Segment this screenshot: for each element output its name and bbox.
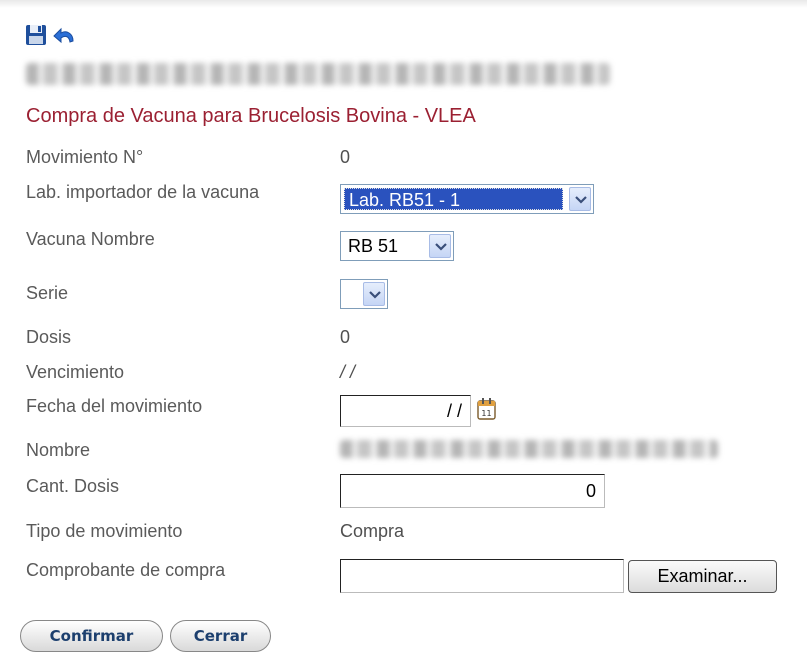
serie-selected-value	[344, 283, 352, 305]
serie-select[interactable]	[340, 279, 388, 309]
movimiento-value: 0	[340, 147, 351, 167]
comprobante-label: Comprobante de compra	[26, 560, 226, 580]
fecha-label: Fecha del movimiento	[26, 396, 203, 416]
lab-label: Lab. importador de la vacuna	[26, 182, 260, 202]
dosis-label: Dosis	[26, 327, 72, 347]
vacuna-select[interactable]: RB 51	[340, 231, 454, 261]
movimiento-label: Movimiento N°	[26, 147, 144, 167]
serie-label: Serie	[26, 283, 69, 303]
calendar-icon[interactable]: 11	[476, 397, 498, 421]
page-title: Compra de Vacuna para Brucelosis Bovina …	[26, 105, 476, 127]
lab-select[interactable]: Lab. RB51 - 1	[340, 184, 594, 214]
chevron-down-icon	[575, 196, 587, 204]
comprobante-file-input[interactable]	[340, 559, 624, 593]
redacted-header	[26, 63, 610, 85]
vencimiento-label: Vencimiento	[26, 362, 125, 382]
confirm-button[interactable]: Confirmar	[20, 620, 163, 652]
save-icon[interactable]	[25, 24, 47, 46]
lab-dropdown-button[interactable]	[569, 187, 591, 211]
fecha-input[interactable]: / /	[340, 395, 471, 427]
chevron-down-icon	[369, 291, 381, 299]
vencimiento-value: / /	[340, 362, 356, 382]
undo-icon[interactable]	[53, 25, 77, 47]
cant-dosis-input[interactable]: 0	[340, 474, 605, 508]
serie-dropdown-button[interactable]	[363, 282, 385, 306]
vacuna-dropdown-button[interactable]	[429, 234, 451, 258]
examinar-button[interactable]: Examinar...	[628, 560, 777, 593]
cant-dosis-label: Cant. Dosis	[26, 476, 120, 496]
close-button[interactable]: Cerrar	[170, 620, 271, 652]
tipo-value: Compra	[340, 521, 405, 541]
dosis-value: 0	[340, 327, 351, 347]
svg-text:11: 11	[481, 409, 491, 418]
top-border	[0, 0, 807, 8]
vacuna-label: Vacuna Nombre	[26, 229, 155, 249]
nombre-label: Nombre	[26, 440, 91, 460]
vacuna-selected-value: RB 51	[348, 236, 399, 256]
chevron-down-icon	[435, 243, 447, 251]
redacted-nombre-value	[340, 440, 718, 458]
tipo-label: Tipo de movimiento	[26, 521, 183, 541]
lab-selected-value: Lab. RB51 - 1	[344, 188, 563, 210]
